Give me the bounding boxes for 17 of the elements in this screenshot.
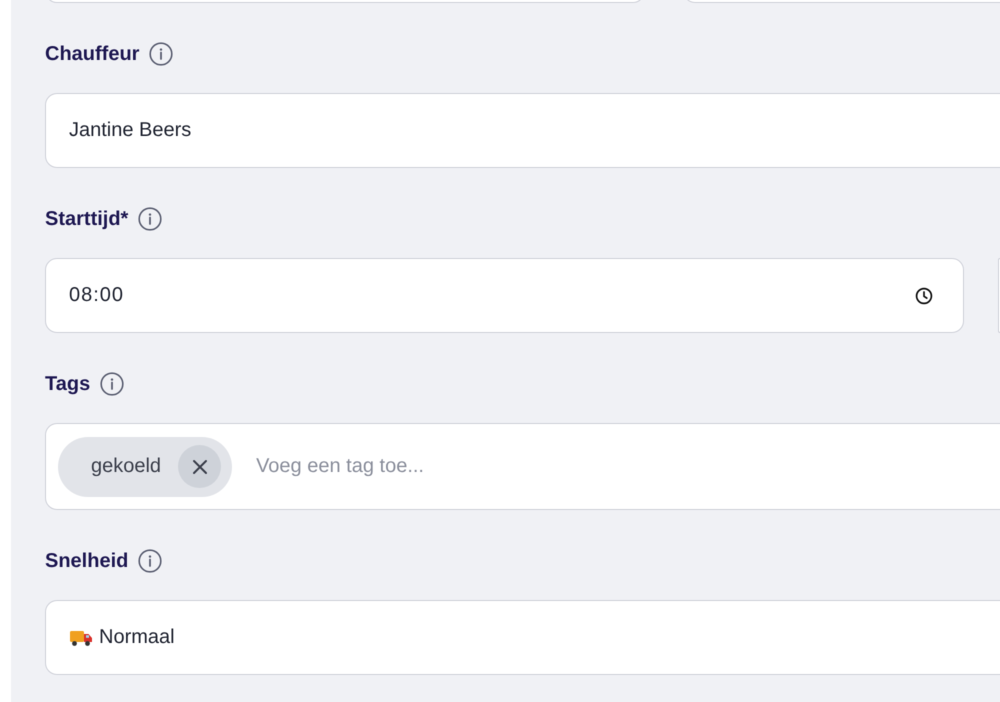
tag-input[interactable]: Voeg een tag toe... — [256, 455, 556, 478]
field-label: Starttijd* — [45, 208, 128, 230]
info-icon — [138, 207, 162, 231]
clock-icon — [915, 286, 933, 304]
info-icon — [138, 549, 162, 573]
info-icon — [149, 42, 174, 66]
remove-tag-button[interactable] — [178, 445, 222, 488]
time-field[interactable]: 08:00 — [45, 258, 964, 333]
field-label: Chauffeur — [45, 42, 140, 66]
close-icon — [192, 458, 208, 474]
info-icon — [100, 372, 124, 396]
input-field[interactable]: Jantine Beers — [45, 93, 1000, 168]
select-field[interactable]: Normaal — [45, 600, 1000, 675]
field-label: Tags — [45, 372, 90, 396]
field-label: Snelheid — [45, 550, 128, 572]
tag-chip: gekoeld — [58, 436, 232, 496]
truck-icon — [69, 628, 93, 646]
